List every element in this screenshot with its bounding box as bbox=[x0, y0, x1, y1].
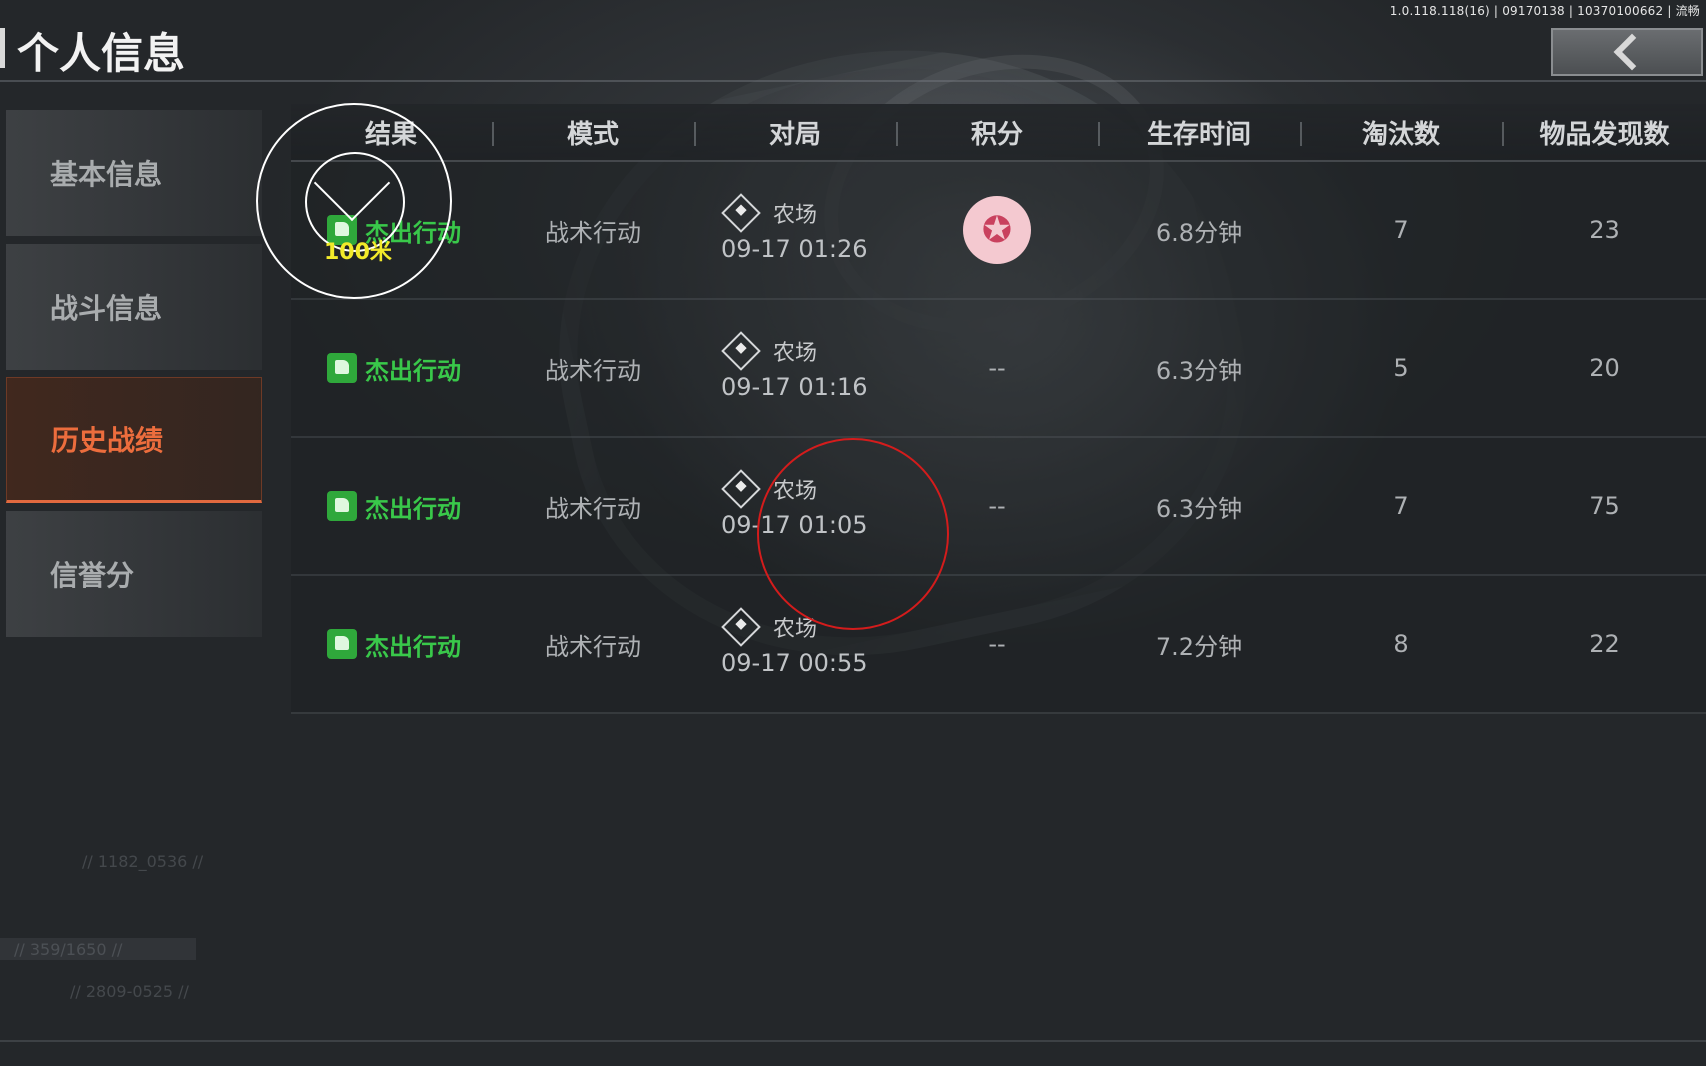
sidebar-item-basic-info[interactable]: 基本信息 bbox=[6, 110, 262, 236]
column-header-eliminations: 淘汰数 bbox=[1361, 119, 1440, 150]
table-row[interactable]: 杰出行动 战术行动 农场 09-17 00:55 -- 7.2分钟 8 22 bbox=[291, 576, 1706, 714]
overlay-chevron-mark bbox=[313, 154, 391, 222]
match-time: 09-17 01:26 bbox=[721, 235, 868, 263]
result-cell: 杰出行动 bbox=[291, 576, 491, 712]
thumbs-up-icon bbox=[327, 353, 357, 383]
score-cell: -- bbox=[988, 354, 1006, 382]
thumbs-up-icon bbox=[327, 491, 357, 521]
sidebar-item-label: 信誉分 bbox=[50, 559, 135, 592]
score-cell: ✪ bbox=[897, 162, 1097, 298]
column-header-items-found: 物品发现数 bbox=[1539, 119, 1670, 150]
result-text: 杰出行动 bbox=[365, 494, 461, 523]
table-row[interactable]: 杰出行动 战术行动 农场 09-17 01:16 -- 6.3分钟 5 20 bbox=[291, 300, 1706, 438]
overlay-distance-label: 100米 bbox=[324, 240, 392, 265]
match-cell: 农场 09-17 01:26 bbox=[721, 162, 901, 298]
items-found-cell: 23 bbox=[1589, 216, 1620, 244]
star-badge-icon[interactable]: ✪ bbox=[963, 196, 1031, 264]
mode-cell: 战术行动 bbox=[545, 494, 641, 523]
result-cell: 杰出行动 bbox=[291, 300, 491, 436]
faint-background-text: // 359/1650 // bbox=[14, 940, 123, 959]
table-header: 结果 模式 对局 积分 生存时间 淘汰数 物品发现数 bbox=[291, 104, 1706, 162]
score-cell: -- bbox=[988, 630, 1006, 658]
items-found-cell: 22 bbox=[1589, 630, 1620, 658]
map-row: 农场 bbox=[721, 331, 818, 371]
result-cell: 杰出行动 bbox=[291, 438, 491, 574]
survival-cell: 7.2分钟 bbox=[1155, 632, 1243, 661]
map-diamond-icon bbox=[721, 193, 761, 233]
back-button[interactable] bbox=[1551, 28, 1703, 76]
survival-cell: 6.8分钟 bbox=[1155, 218, 1243, 247]
column-header-mode: 模式 bbox=[566, 119, 619, 150]
match-cell: 农场 09-17 01:16 bbox=[721, 300, 901, 436]
overlay-red-circle bbox=[757, 438, 949, 630]
match-time: 09-17 00:55 bbox=[721, 649, 868, 677]
column-header-score: 积分 bbox=[970, 119, 1023, 150]
version-info: 1.0.118.118(16) | 09170138 | 10370100662… bbox=[1389, 4, 1700, 18]
sidebar-item-label: 基本信息 bbox=[50, 158, 163, 191]
survival-cell: 6.3分钟 bbox=[1155, 494, 1243, 523]
sidebar-item-label: 战斗信息 bbox=[50, 292, 163, 325]
map-name: 农场 bbox=[773, 203, 818, 228]
result-text: 杰出行动 bbox=[365, 632, 461, 661]
map-diamond-icon bbox=[721, 469, 761, 509]
eliminations-cell: 7 bbox=[1393, 216, 1409, 244]
faint-background-text: // 1182_0536 // bbox=[82, 852, 204, 871]
map-diamond-icon bbox=[721, 607, 761, 647]
match-history-table: 结果 模式 对局 积分 生存时间 淘汰数 物品发现数 杰出行动 战术行动 农场 … bbox=[291, 104, 1706, 714]
mode-cell: 战术行动 bbox=[545, 356, 641, 385]
column-header-survival-time: 生存时间 bbox=[1146, 119, 1251, 150]
survival-cell: 6.3分钟 bbox=[1155, 356, 1243, 385]
faint-background-text: // 2809-0525 // bbox=[70, 982, 189, 1001]
sidebar-item-battle-info[interactable]: 战斗信息 bbox=[6, 244, 262, 370]
column-header-match: 对局 bbox=[768, 119, 821, 150]
table-row[interactable]: 杰出行动 战术行动 农场 09-17 01:05 -- 6.3分钟 7 75 bbox=[291, 438, 1706, 576]
eliminations-cell: 5 bbox=[1393, 354, 1409, 382]
mode-cell: 战术行动 bbox=[545, 218, 641, 247]
thumbs-up-icon bbox=[327, 629, 357, 659]
map-name: 农场 bbox=[773, 341, 818, 366]
sidebar-item-match-history[interactable]: 历史战绩 bbox=[6, 377, 262, 503]
table-row[interactable]: 杰出行动 战术行动 农场 09-17 01:26 ✪ 6.8分钟 7 23 bbox=[291, 162, 1706, 300]
result-text: 杰出行动 bbox=[365, 356, 461, 385]
header-divider bbox=[0, 80, 1706, 82]
eliminations-cell: 8 bbox=[1393, 630, 1409, 658]
mode-cell: 战术行动 bbox=[545, 632, 641, 661]
match-time: 09-17 01:16 bbox=[721, 373, 868, 401]
map-row: 农场 bbox=[721, 193, 818, 233]
chevron-left-icon bbox=[1613, 33, 1651, 71]
title-accent-bar bbox=[0, 28, 5, 68]
items-found-cell: 20 bbox=[1589, 354, 1620, 382]
eliminations-cell: 7 bbox=[1393, 492, 1409, 520]
map-diamond-icon bbox=[721, 331, 761, 371]
footer-divider bbox=[0, 1040, 1706, 1042]
sidebar-item-label: 历史战绩 bbox=[51, 424, 164, 457]
page-title: 个人信息 bbox=[17, 29, 186, 78]
items-found-cell: 75 bbox=[1589, 492, 1620, 520]
sidebar-item-credit-score[interactable]: 信誉分 bbox=[6, 511, 262, 637]
